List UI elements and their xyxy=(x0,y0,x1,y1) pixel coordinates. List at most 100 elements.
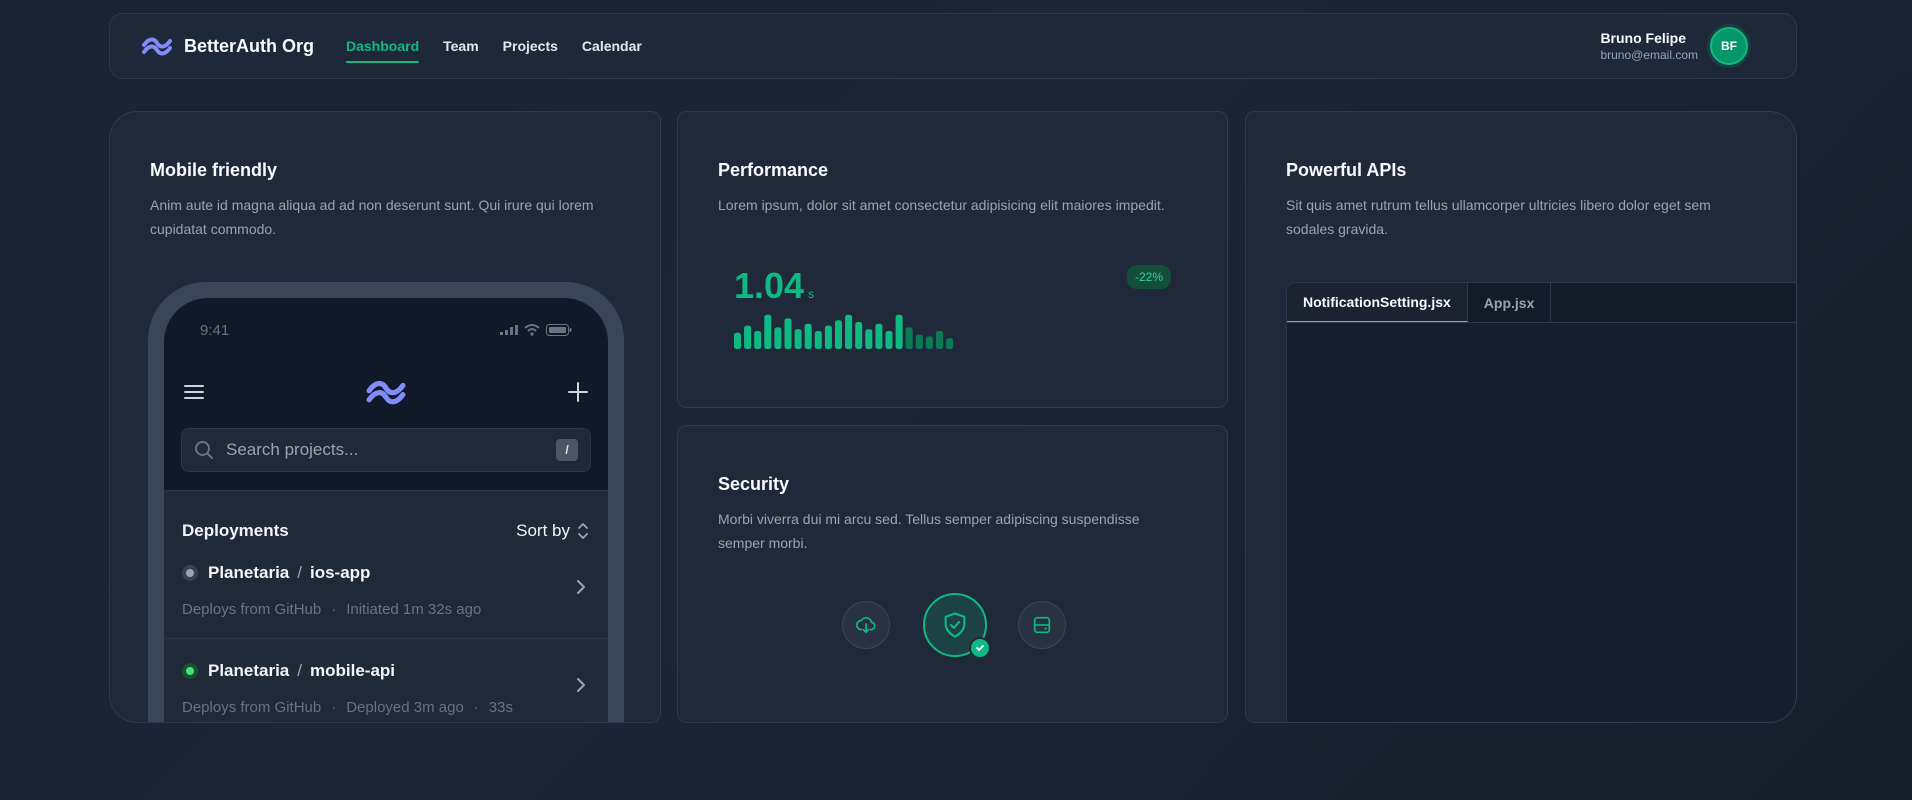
change-badge: -22% xyxy=(1126,265,1171,289)
card-title: Security xyxy=(718,474,790,494)
search-input[interactable]: Search projects... / xyxy=(181,428,591,472)
deployment-source: Deploys from GitHub xyxy=(182,699,322,716)
file-tabs: NotificationSetting.jsx App.jsx xyxy=(1287,283,1796,323)
performance-bar xyxy=(925,336,933,349)
performance-bar xyxy=(794,329,802,349)
user-info: Bruno Felipe bruno@email.com xyxy=(1600,30,1698,62)
deployment-name: Planetaria / ios-app xyxy=(208,563,371,582)
logo-icon xyxy=(142,37,172,56)
phone-screen: 9:41 Search projects... / Deployments So… xyxy=(164,298,608,722)
security-icons xyxy=(718,593,1187,673)
tab-notificationsetting[interactable]: NotificationSetting.jsx xyxy=(1287,283,1468,322)
chevron-right-icon xyxy=(577,678,585,692)
performance-metric: 1.04 s -22% xyxy=(718,251,1187,351)
deployment-duration: 33s xyxy=(488,699,513,716)
performance-bar xyxy=(764,314,772,349)
deployment-source: Deploys from GitHub xyxy=(182,601,322,618)
card-description: Sit quis amet rutrum tellus ullamcorper … xyxy=(1286,197,1711,237)
user-email: bruno@email.com xyxy=(1600,48,1698,62)
brand[interactable]: BetterAuth Org xyxy=(142,36,314,57)
search-placeholder: Search projects... xyxy=(226,440,359,459)
sort-label: Sort by xyxy=(516,521,570,540)
menu-icon[interactable] xyxy=(182,380,206,404)
performance-bar xyxy=(905,327,913,349)
performance-bar xyxy=(885,331,893,349)
add-icon[interactable] xyxy=(566,380,590,404)
performance-bar xyxy=(946,338,954,349)
performance-bar xyxy=(744,325,752,349)
performance-bar-chart xyxy=(734,314,954,349)
nav-links: Dashboard Team Projects Calendar xyxy=(346,14,642,78)
performance-number: 1.04 xyxy=(734,265,805,306)
card-description: Morbi viverra dui mi arcu sed. Tellus se… xyxy=(718,511,1140,551)
user-menu[interactable]: Bruno Felipe bruno@email.com BF xyxy=(1600,27,1748,65)
deployments-title: Deployments xyxy=(182,521,289,540)
phone-app-header xyxy=(164,374,608,410)
performance-bar xyxy=(804,323,812,349)
sort-button[interactable]: Sort by xyxy=(516,521,590,541)
deployment-item[interactable]: Planetaria / mobile-api Deploys from GitHu… xyxy=(164,639,608,722)
deployment-meta: Deploys from GitHub · Deployed 3m ago · … xyxy=(182,699,590,716)
deployment-status: Deployed 3m ago xyxy=(346,699,464,716)
sort-icon xyxy=(578,523,588,539)
user-name: Bruno Felipe xyxy=(1600,30,1686,46)
deployments-header: Deployments Sort by xyxy=(164,491,608,541)
performance-bar xyxy=(895,314,903,349)
performance-unit: s xyxy=(808,287,815,301)
card-title: Powerful APIs xyxy=(1286,160,1407,180)
status-bar: 9:41 xyxy=(164,298,608,342)
top-navbar: BetterAuth Org Dashboard Team Projects C… xyxy=(109,13,1797,79)
nav-link-calendar[interactable]: Calendar xyxy=(582,34,642,58)
nav-link-team[interactable]: Team xyxy=(443,34,479,58)
deployment-name: Planetaria / mobile-api xyxy=(208,661,396,680)
wifi-icon xyxy=(524,324,540,336)
deployment-repo: ios-app xyxy=(310,563,371,582)
performance-bar xyxy=(835,320,842,349)
brand-name: BetterAuth Org xyxy=(184,35,314,56)
meta-separator: · xyxy=(473,699,479,716)
card-title: Performance xyxy=(718,160,829,180)
deployment-org: Planetaria xyxy=(208,563,290,582)
deployment-repo: mobile-api xyxy=(310,661,396,680)
cloud-download-icon xyxy=(842,601,890,649)
performance-bar xyxy=(936,331,943,349)
deployments-section: Deployments Sort by Planetaria/ios-app xyxy=(164,490,608,722)
performance-bar xyxy=(754,331,762,349)
app-logo-icon xyxy=(366,380,406,405)
performance-card: Performance Lorem ipsum, dolor sit amet … xyxy=(677,111,1228,408)
performance-bar xyxy=(734,332,741,349)
code-panel: NotificationSetting.jsx App.jsx xyxy=(1286,282,1796,722)
performance-bar xyxy=(814,331,822,349)
deployment-meta: Deploys from GitHub · Initiated 1m 32s a… xyxy=(182,601,590,618)
status-dot xyxy=(182,663,198,679)
card-title: Mobile friendly xyxy=(150,160,278,180)
status-dot xyxy=(182,565,198,581)
check-badge-icon xyxy=(969,637,991,659)
performance-bar xyxy=(855,322,863,349)
chevron-right-icon xyxy=(577,580,585,594)
performance-bar xyxy=(784,318,792,349)
meta-separator: · xyxy=(331,601,337,618)
avatar[interactable]: BF xyxy=(1710,27,1748,65)
battery-icon xyxy=(546,324,572,336)
performance-value: 1.04 s xyxy=(734,265,814,307)
signal-icon xyxy=(500,325,518,335)
deployment-status: Initiated 1m 32s ago xyxy=(346,601,482,618)
search-shortcut-key: / xyxy=(556,439,578,461)
performance-bar xyxy=(865,329,873,349)
tab-app[interactable]: App.jsx xyxy=(1468,283,1552,322)
card-description: Lorem ipsum, dolor sit amet consectetur … xyxy=(718,197,1165,213)
phone-mockup: 9:41 Search projects... / Deployments So… xyxy=(148,282,624,722)
status-icons xyxy=(500,324,572,336)
mobile-friendly-card: Mobile friendly Anim aute id magna aliqu… xyxy=(109,111,661,723)
shield-check-icon xyxy=(923,593,991,659)
nav-link-dashboard[interactable]: Dashboard xyxy=(346,34,420,63)
deployment-item[interactable]: Planetaria / ios-app Deploys from GitHub ·… xyxy=(164,541,608,639)
nav-link-projects[interactable]: Projects xyxy=(503,34,558,58)
security-card: Security Morbi viverra dui mi arcu sed. … xyxy=(677,425,1228,723)
deployment-org: Planetaria xyxy=(208,661,290,680)
search-icon xyxy=(195,441,213,459)
performance-bar xyxy=(845,314,853,349)
server-icon xyxy=(1018,601,1066,649)
powerful-apis-card: Powerful APIs Sit quis amet rutrum tellu… xyxy=(1245,111,1797,723)
